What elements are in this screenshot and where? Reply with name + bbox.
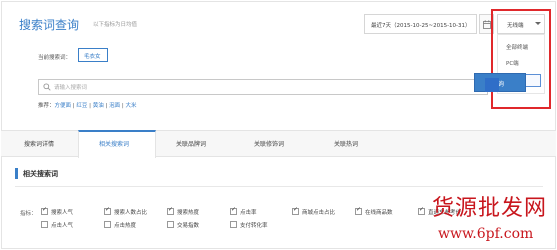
tab-related-brand-terms[interactable]: 关联品牌词 <box>176 139 206 148</box>
search-placeholder: 请输入搜索词 <box>54 85 88 91</box>
metric-checkbox[interactable] <box>355 206 362 215</box>
section-accent-bar <box>15 168 18 179</box>
recommend-link[interactable]: 黄油 <box>93 103 104 109</box>
recommend-label: 推荐： <box>38 103 55 109</box>
recommend-link[interactable]: 大米 <box>126 103 137 109</box>
recommend-link[interactable]: 红豆 <box>76 103 87 109</box>
metric-checkbox[interactable] <box>104 206 111 215</box>
metric-checkbox[interactable] <box>167 206 174 215</box>
metric-checkbox-label: 商城点击占比 <box>302 210 336 216</box>
search-input[interactable] <box>38 79 488 95</box>
section-divider <box>15 186 543 187</box>
metric-checkbox[interactable] <box>230 221 237 228</box>
watermark-url: www.6pf.com <box>438 226 534 242</box>
current-term-label: 当前搜索词： <box>38 55 72 61</box>
tab-search-term-detail[interactable]: 搜索词详情 <box>24 139 54 148</box>
metrics-label: 指标： <box>20 211 37 217</box>
metric-checkbox-label: 搜索人气 <box>51 210 74 216</box>
recommend-link[interactable]: 泡面 <box>109 103 120 109</box>
metric-checkbox-label: 搜索热度 <box>177 210 200 216</box>
metric-checkbox[interactable] <box>41 206 48 215</box>
page-subtitle: 以下指标为日均值 <box>93 22 138 28</box>
date-range-select[interactable]: 最近7天（2015-10-25~2015-10-31） <box>364 14 477 34</box>
recommend-row: 推荐：方便面 | 红豆 | 黄油 | 泡面 | 大米 <box>38 103 137 109</box>
metric-checkbox-label: 点击率 <box>240 210 257 216</box>
tab-related-hot-terms[interactable]: 关联热词 <box>334 139 358 148</box>
metric-checkbox[interactable] <box>167 221 174 228</box>
metric-checkbox[interactable] <box>418 206 425 215</box>
calendar-icon <box>483 20 491 29</box>
highlight-box <box>491 9 551 109</box>
metric-checkbox[interactable] <box>41 221 48 228</box>
metric-checkbox-label: 点击热度 <box>114 223 137 229</box>
metric-checkbox-label: 搜索人数占比 <box>114 210 148 216</box>
metric-checkbox-label: 交易指数 <box>177 223 200 229</box>
metric-checkbox-label: 支付转化率 <box>240 223 268 229</box>
section-title: 相关搜索词 <box>23 170 58 178</box>
tab-related-search-terms[interactable]: 相关搜索词 <box>99 139 129 148</box>
search-button[interactable]: 查询 <box>474 73 526 92</box>
search-button-overlay[interactable] <box>485 78 499 92</box>
current-term-tag[interactable]: 毛衣女 <box>78 48 108 62</box>
watermark-title: 货源批发网 <box>432 196 548 221</box>
search-icon <box>43 83 51 91</box>
tab-related-modifier-terms[interactable]: 关联修饰词 <box>254 139 284 148</box>
metric-checkbox-label: 在线商品数 <box>365 210 393 216</box>
metric-checkbox[interactable] <box>230 206 237 215</box>
recommend-link[interactable]: 方便面 <box>55 103 72 109</box>
metric-checkbox-label: 点击人气 <box>51 223 74 229</box>
metric-checkbox[interactable] <box>104 221 111 228</box>
metric-checkbox[interactable] <box>292 206 299 215</box>
page-title: 搜索词查询 <box>19 18 80 32</box>
